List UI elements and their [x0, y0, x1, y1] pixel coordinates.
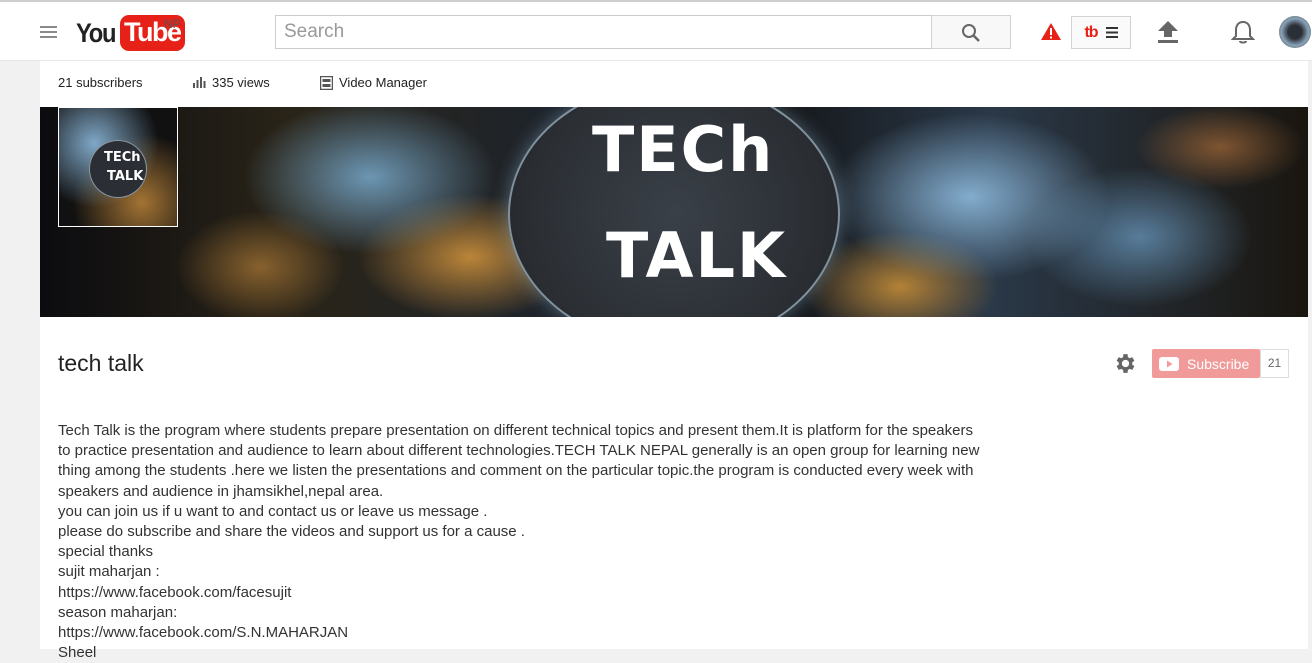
subscriber-count-badge: 21: [1260, 349, 1289, 378]
gear-icon[interactable]: [1113, 351, 1138, 376]
video-manager-link[interactable]: Video Manager: [320, 75, 427, 90]
play-icon: [1159, 356, 1179, 371]
notifications-bell-icon[interactable]: [1231, 19, 1255, 45]
banner-text-line2: TALK: [606, 219, 788, 292]
description-line: to practice presentation and audience to…: [58, 442, 980, 460]
menu-icon[interactable]: [40, 26, 57, 39]
banner-text-line1: TECh: [592, 113, 775, 186]
youtube-logo[interactable]: You Tube NP: [76, 14, 185, 52]
channel-banner: TECh TALK: [40, 107, 1308, 317]
bar-chart-icon: [193, 77, 206, 88]
logo-you-text: You: [76, 17, 116, 48]
video-manager-icon: [320, 75, 333, 90]
description-line: speakers and audience in jhamsikhel,nepa…: [58, 482, 384, 500]
avatar-text-line2: TALK: [107, 169, 144, 184]
upload-icon[interactable]: [1157, 20, 1179, 44]
description-link[interactable]: https://www.facebook.com/S.N.MAHARJAN: [58, 623, 1038, 643]
avatar-text-line1: TECh: [104, 150, 141, 165]
subscribe-button[interactable]: Subscribe: [1152, 349, 1260, 378]
views-stat: 335 views: [193, 75, 270, 90]
views-text: 335 views: [212, 75, 270, 90]
channel-avatar[interactable]: TECh TALK: [58, 107, 178, 227]
subscriber-count-stat: 21 subscribers: [58, 75, 143, 90]
channel-description: Tech Talk is the program where students …: [58, 421, 1038, 663]
list-icon: [1105, 27, 1118, 38]
description-line: Sheel: [58, 644, 97, 662]
tubebuddy-label: tb: [1084, 23, 1098, 41]
channel-stats-bar: 21 subscribers 335 views Video Manager: [40, 61, 1308, 107]
description-line: you can join us if u want to and contact…: [58, 502, 488, 520]
country-code: NP: [164, 17, 181, 31]
description-line: special thanks: [58, 543, 154, 561]
video-manager-label: Video Manager: [339, 75, 427, 90]
account-avatar[interactable]: [1279, 16, 1311, 48]
search-input[interactable]: Search: [275, 15, 932, 49]
description-line: season maharjan:: [58, 603, 178, 621]
channel-page: 21 subscribers 335 views Video Manager T…: [40, 61, 1308, 661]
description-line: sujit maharjan :: [58, 563, 160, 581]
search-button[interactable]: [931, 15, 1011, 49]
description-line: Tech Talk is the program where students …: [58, 422, 973, 439]
search-icon: [962, 24, 980, 42]
tubebuddy-button[interactable]: tb: [1071, 16, 1131, 49]
subscribe-label: Subscribe: [1187, 355, 1250, 372]
subscribers-text: 21 subscribers: [58, 75, 143, 90]
channel-title: tech talk: [58, 350, 144, 376]
description-line: thing among the students .here we listen…: [58, 462, 974, 480]
description-link[interactable]: https://www.facebook.com/facesujit: [58, 583, 1038, 603]
description-line: please do subscribe and share the videos…: [58, 523, 525, 541]
warning-icon[interactable]: [1040, 22, 1062, 41]
top-bar: You Tube NP Search tb: [0, 0, 1312, 61]
